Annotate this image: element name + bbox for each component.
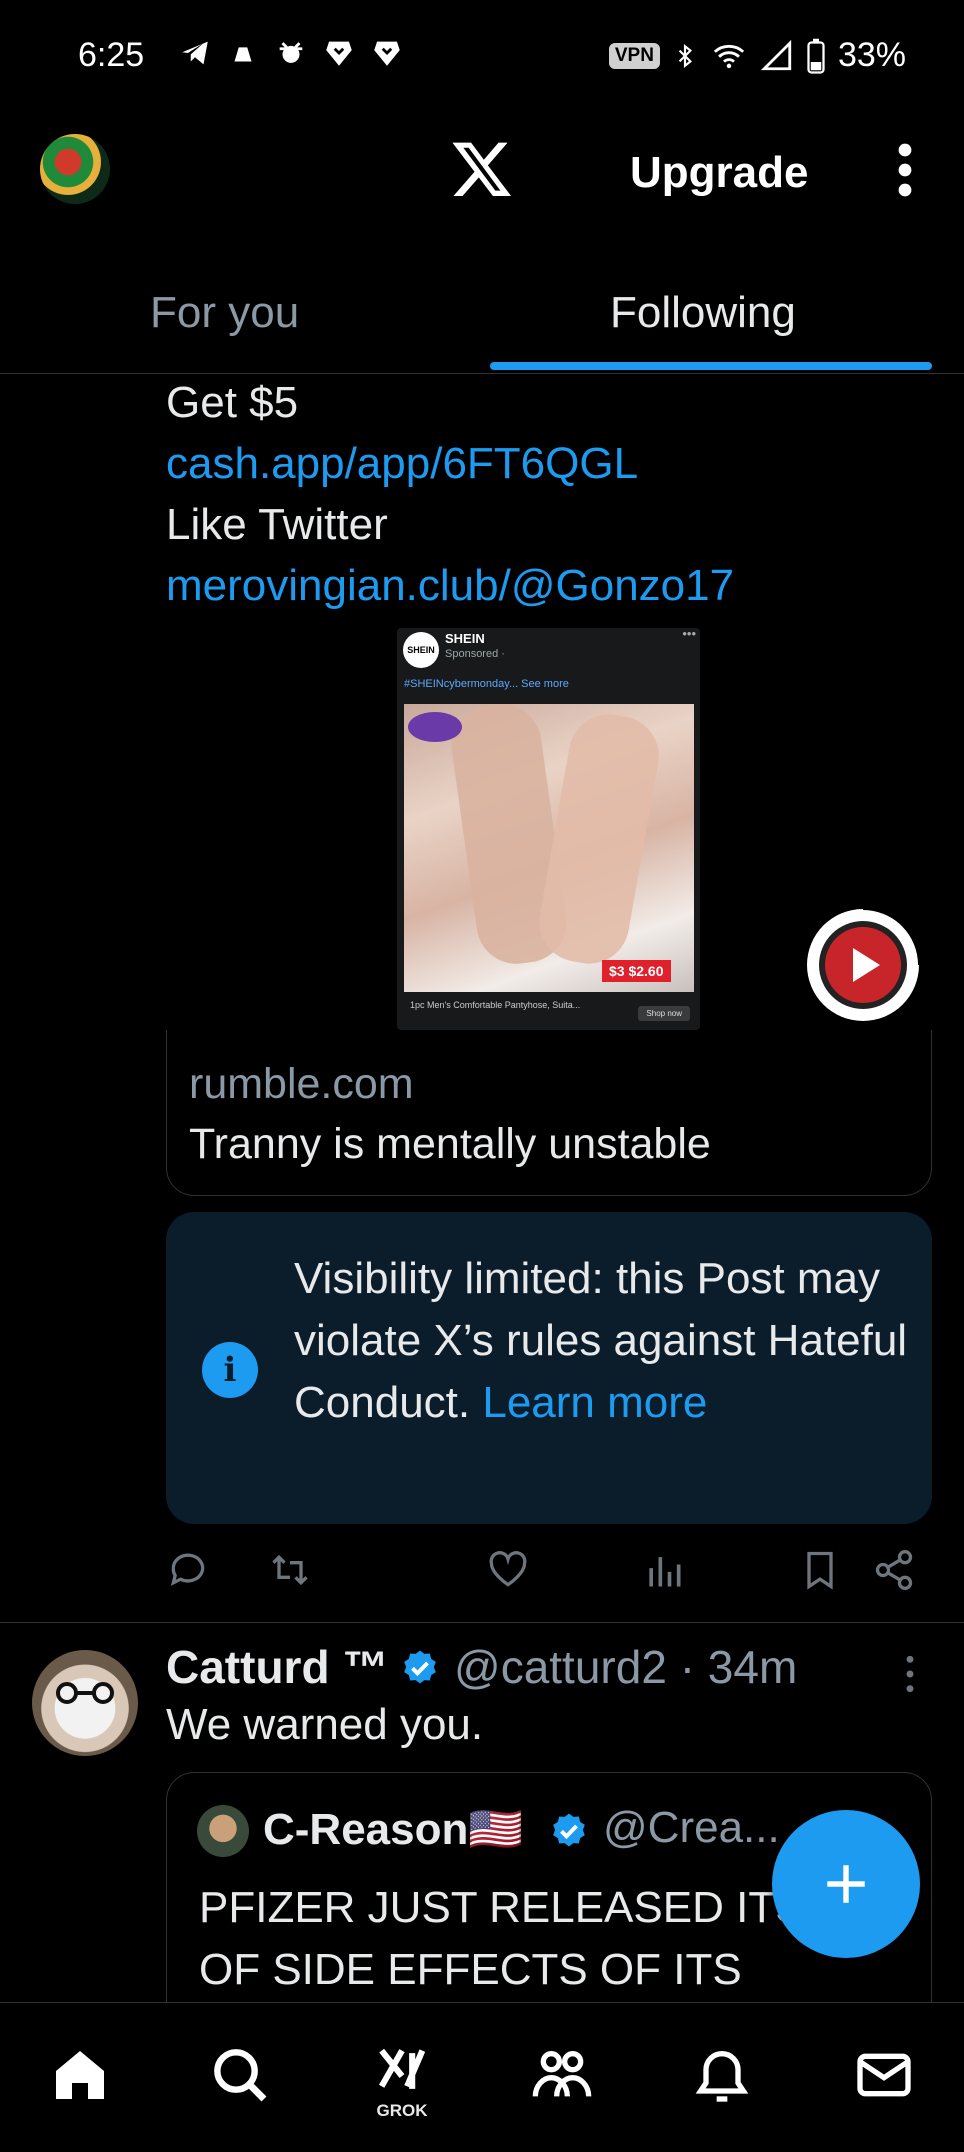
telegram-icon xyxy=(182,41,208,65)
plus-icon xyxy=(827,1865,865,1903)
vpn-badge: VPN xyxy=(608,42,660,69)
ad-menu-icon: ••• xyxy=(682,628,696,641)
author-avatar[interactable] xyxy=(32,1650,138,1756)
quoted-author-avatar xyxy=(197,1805,249,1857)
verified-badge-icon xyxy=(404,1650,436,1684)
author-handle: @catturd2 · 34m xyxy=(454,1641,798,1693)
communities-icon[interactable] xyxy=(530,2043,594,2107)
status-bar: 6:25 VPN 33% xyxy=(0,0,964,110)
tweet-action-bar xyxy=(166,1548,932,1598)
more-options-icon[interactable] xyxy=(893,142,917,198)
tweet-link[interactable]: cash.app/app/6FT6QGL xyxy=(166,433,734,494)
tweet-more-icon[interactable] xyxy=(900,1654,920,1694)
timeline-tabs: For you Following xyxy=(0,270,964,374)
tweet-text-line: Get $5 xyxy=(166,378,299,427)
brave-icon xyxy=(326,41,352,66)
learn-more-link[interactable]: Learn more xyxy=(482,1378,707,1427)
ad-shop-button: Shop now xyxy=(638,1006,690,1021)
messages-icon[interactable] xyxy=(852,2043,916,2107)
status-time: 6:25 xyxy=(78,36,145,74)
bookmark-icon[interactable] xyxy=(798,1548,842,1592)
grok-nav-item[interactable]: GROK xyxy=(370,2043,434,2120)
author-name[interactable]: Catturd ™ xyxy=(166,1640,388,1694)
link-card-domain: rumble.com xyxy=(189,1060,414,1108)
ad-price-tag: $3 $2.60 xyxy=(602,960,671,982)
visibility-limited-notice: i Visibility limited: this Post may viol… xyxy=(166,1212,932,1524)
home-icon[interactable] xyxy=(48,2043,112,2107)
ad-sponsored-label: Sponsored · xyxy=(445,648,505,660)
link-card-title: Tranny is mentally unstable xyxy=(189,1120,711,1168)
grok-label: GROK xyxy=(376,2101,428,2120)
drive-icon xyxy=(234,47,252,62)
wifi-icon xyxy=(713,44,745,68)
tab-for-you[interactable]: For you xyxy=(150,288,299,338)
notice-text: Visibility limited: this Post may violat… xyxy=(294,1248,914,1434)
glasses-icon xyxy=(56,1682,114,1704)
ad-hashtag: #SHEINcybermonday... See more xyxy=(404,678,569,690)
grok-icon xyxy=(378,2048,426,2089)
ad-caption: 1pc Men's Comfortable Pantyhose, Suita..… xyxy=(410,1000,581,1010)
tweet-text: We warned you. xyxy=(166,1700,484,1749)
ad-product-photo: $3 $2.60 xyxy=(404,699,694,992)
quoted-author-name: C-Reason🇺🇸 xyxy=(263,1805,524,1854)
ad-brand-logo: SHEIN xyxy=(403,632,439,668)
x-logo-icon xyxy=(452,142,512,196)
tweet-divider xyxy=(0,1622,964,1623)
bottom-navigation: GROK xyxy=(0,2002,964,2152)
bluetooth-icon xyxy=(678,43,692,68)
status-notification-icons xyxy=(178,36,404,70)
reply-icon[interactable] xyxy=(166,1548,210,1592)
ad-promo-logo xyxy=(408,712,462,742)
compose-button[interactable] xyxy=(772,1810,920,1958)
link-preview-card[interactable]: rumble.com Tranny is mentally unstable xyxy=(166,1030,932,1196)
tab-following[interactable]: Following xyxy=(610,288,796,338)
bug-icon xyxy=(279,42,303,63)
status-system-icons: VPN 33% xyxy=(608,36,906,75)
media-screenshot-ad: SHEIN SHEIN Sponsored · ••• #SHEINcyberm… xyxy=(397,628,700,1030)
brave-icon xyxy=(374,41,400,66)
battery-percent: 33% xyxy=(837,36,906,74)
signal-icon xyxy=(760,39,792,70)
views-icon[interactable] xyxy=(642,1548,686,1592)
quoted-author-handle: @Crea... xyxy=(603,1803,780,1852)
active-tab-indicator xyxy=(490,362,932,370)
verified-badge-icon xyxy=(553,1813,585,1847)
upgrade-button[interactable]: Upgrade xyxy=(630,148,808,198)
video-play-badge-icon xyxy=(807,908,920,1021)
tweet-text: Get $5 cash.app/app/6FT6QGL Like Twitter… xyxy=(166,372,734,616)
share-icon[interactable] xyxy=(872,1548,916,1592)
profile-avatar[interactable] xyxy=(40,134,110,204)
search-icon[interactable] xyxy=(208,2043,272,2107)
tweet-text-line: Like Twitter xyxy=(166,500,388,549)
tweet-link[interactable]: merovingian.club/@Gonzo17 xyxy=(166,555,734,616)
repost-icon[interactable] xyxy=(268,1548,312,1592)
info-icon: i xyxy=(202,1342,258,1398)
ad-brand-name: SHEIN xyxy=(445,631,485,646)
like-icon[interactable] xyxy=(486,1548,530,1592)
notifications-icon[interactable] xyxy=(690,2043,754,2107)
battery-icon xyxy=(807,38,825,74)
